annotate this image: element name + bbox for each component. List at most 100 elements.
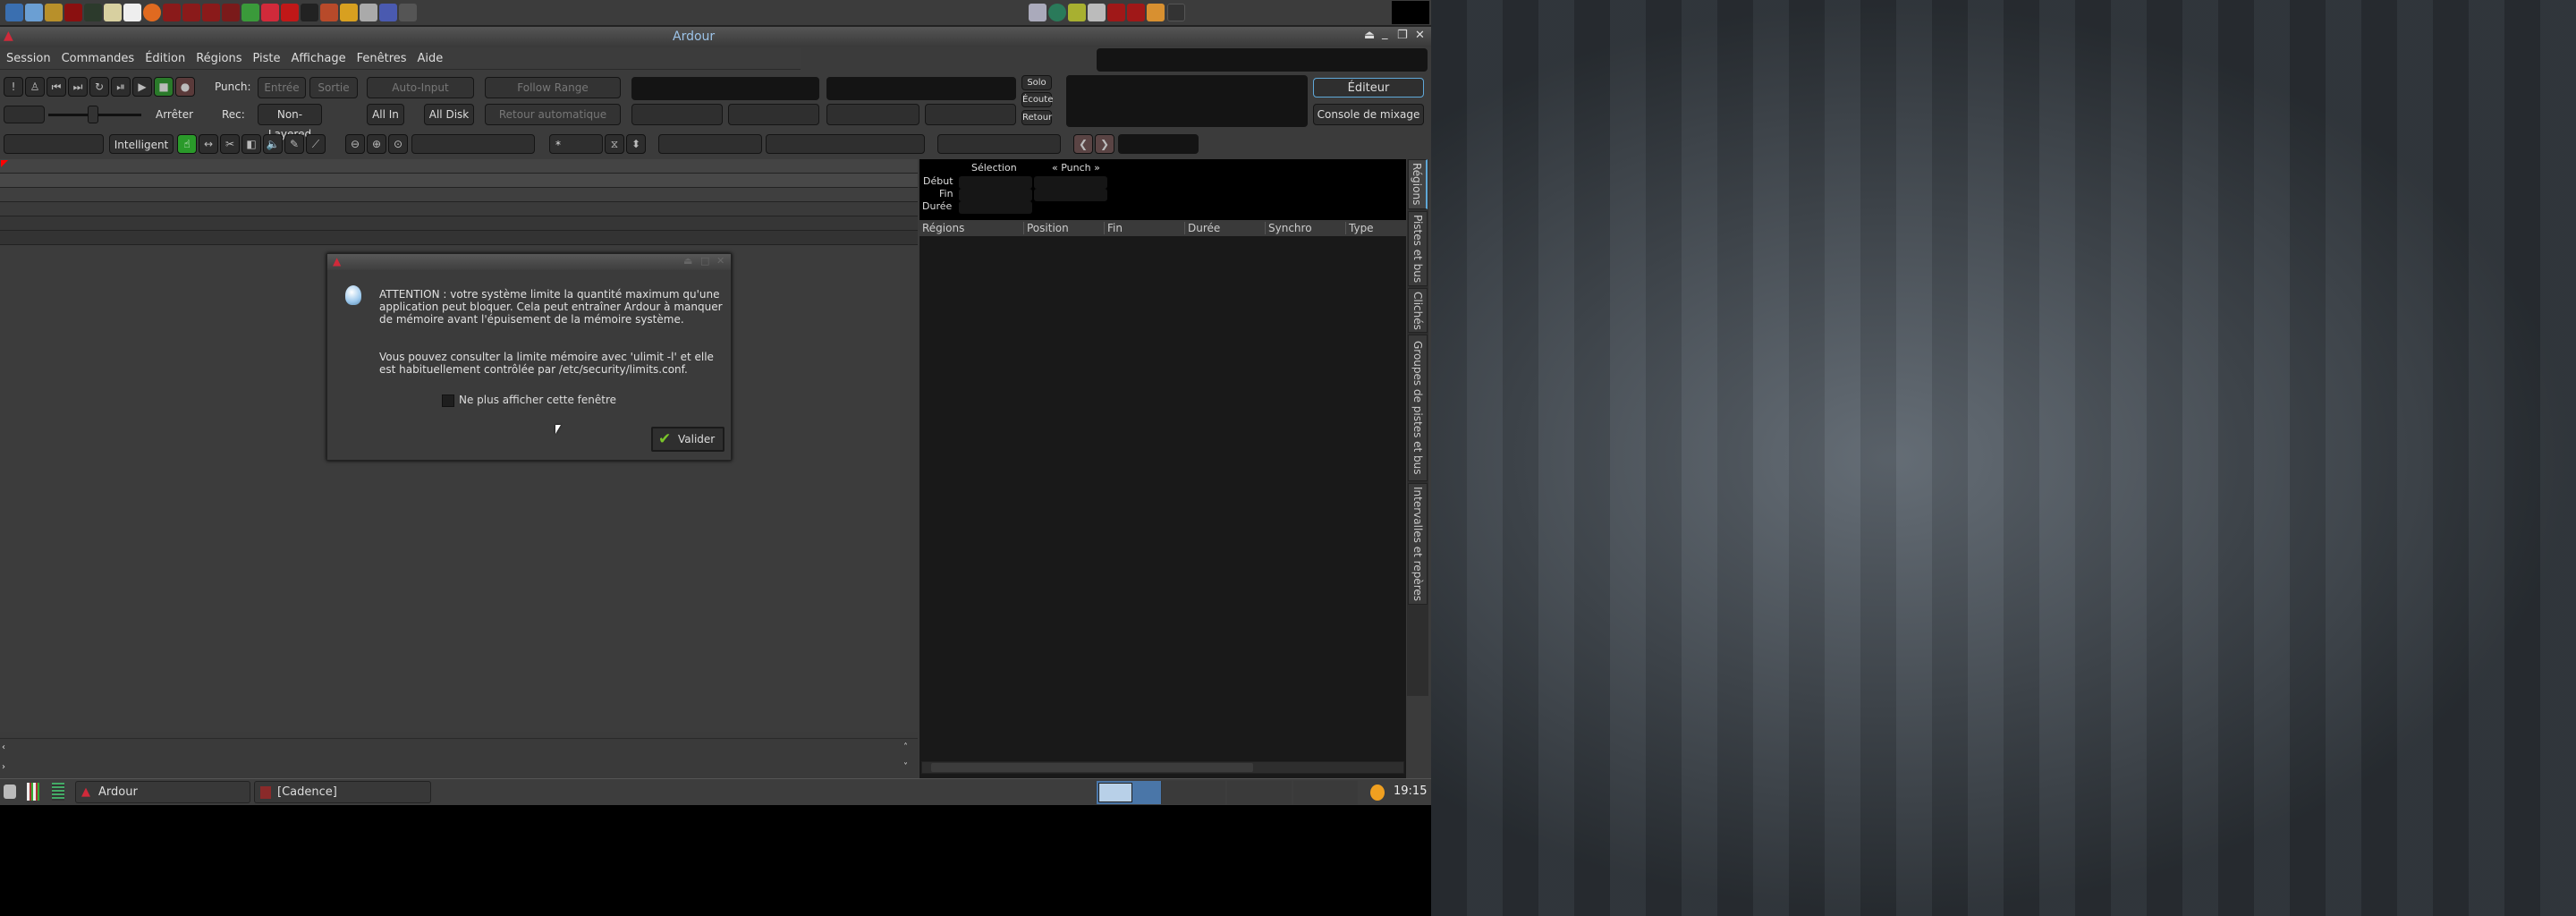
shrink-tracks-icon[interactable]: ⧖ <box>605 134 624 154</box>
app-icon[interactable] <box>301 4 318 21</box>
maximize-icon[interactable]: ❐ <box>1397 29 1408 42</box>
mixer-button[interactable]: Console de mixage <box>1313 104 1424 125</box>
update-notifier-icon[interactable] <box>1370 785 1385 801</box>
auto-return-button[interactable]: Retour automatique <box>485 104 621 125</box>
play-button[interactable]: ▶ <box>132 77 152 97</box>
scroll-up-icon[interactable]: ˄ <box>903 742 908 752</box>
dont-show-label[interactable]: Ne plus afficher cette fenêtre <box>459 394 616 406</box>
menu-aide[interactable]: Aide <box>411 48 448 65</box>
minimize-icon[interactable]: _ <box>1382 27 1388 40</box>
app-icon[interactable] <box>360 4 377 21</box>
tab-tracks-busses[interactable]: Pistes et bus <box>1408 211 1428 286</box>
scroll-left-icon[interactable]: ‹ <box>2 742 5 752</box>
col-sync[interactable]: Synchro <box>1265 222 1312 234</box>
text-editor-icon[interactable] <box>104 4 122 21</box>
smart-mode-button[interactable]: Intelligent <box>109 134 174 154</box>
secondary-clock[interactable] <box>826 77 1016 100</box>
punch-out-button[interactable]: Sortie <box>309 77 358 98</box>
mini-timeline[interactable] <box>1066 75 1308 127</box>
workspace-2[interactable] <box>1161 781 1225 804</box>
menu-fenetres[interactable]: Fenêtres <box>351 48 411 65</box>
tab-snapshots[interactable]: Clichés <box>1408 288 1428 333</box>
app-icon[interactable] <box>182 4 200 21</box>
clock-option[interactable] <box>728 104 819 125</box>
workspace-3[interactable] <box>1227 781 1292 804</box>
ruler-timecode[interactable] <box>0 159 918 174</box>
app-tray-icon[interactable] <box>1127 4 1145 21</box>
goto-end-button[interactable]: ⏭ <box>68 77 88 97</box>
app-icon[interactable] <box>379 4 397 21</box>
solo-button[interactable]: Solo <box>1021 75 1052 90</box>
audition-tool-icon[interactable]: 🔈 <box>263 134 283 154</box>
archive-icon[interactable] <box>45 4 63 21</box>
ardour-icon[interactable] <box>261 4 279 21</box>
punch-in-button[interactable]: Entrée <box>258 77 306 98</box>
app-icon[interactable] <box>281 4 299 21</box>
ruler-meter[interactable] <box>0 202 918 216</box>
follow-range-button[interactable]: Follow Range <box>485 77 621 98</box>
tab-ranges-marks[interactable]: Intervalles et repères <box>1408 483 1428 605</box>
clock-option[interactable] <box>826 104 919 125</box>
menu-edition[interactable]: Édition <box>139 48 190 65</box>
trash-icon[interactable] <box>1068 4 1086 21</box>
taskbar-item-ardour[interactable]: ▲ Ardour <box>75 781 250 803</box>
mixer-icon[interactable] <box>27 783 39 801</box>
shade-icon[interactable]: ⏏ <box>1364 29 1375 42</box>
tab-regions[interactable]: Régions <box>1408 159 1428 209</box>
app-icon[interactable] <box>222 4 240 21</box>
selection-end-clock[interactable] <box>959 189 1032 201</box>
all-disk-button[interactable]: All Disk <box>424 104 474 125</box>
validate-button[interactable]: ✔ Valider <box>651 427 724 452</box>
col-end[interactable]: Fin <box>1104 222 1123 234</box>
editor-button[interactable]: Éditeur <box>1313 78 1424 98</box>
col-regions[interactable]: Régions <box>919 222 964 234</box>
scroll-down-icon[interactable]: ˅ <box>903 762 908 772</box>
loop-button[interactable]: ↻ <box>89 77 109 97</box>
shuttle-speed[interactable] <box>4 106 45 123</box>
selection-start-clock[interactable] <box>959 176 1032 189</box>
menu-piste[interactable]: Piste <box>246 48 284 65</box>
shade-icon[interactable]: ⏏ <box>683 255 692 267</box>
esc-icon[interactable] <box>399 4 417 21</box>
cut-tool-icon[interactable]: ✂ <box>220 134 240 154</box>
stop-mode-label[interactable]: Arrêter <box>156 108 193 121</box>
regions-hscrollbar[interactable] <box>921 761 1404 774</box>
workspace-pager[interactable] <box>1167 4 1185 21</box>
ruler-samples[interactable] <box>0 174 918 188</box>
zoom-session-icon[interactable]: ⊙ <box>388 134 408 154</box>
menu-affichage[interactable]: Affichage <box>285 48 351 65</box>
menu-commandes[interactable]: Commandes <box>55 48 140 65</box>
stop-button[interactable]: ■ <box>154 77 174 97</box>
tab-track-groups[interactable]: Groupes de pistes et bus <box>1408 335 1428 481</box>
screenshot-icon[interactable] <box>1029 4 1046 21</box>
primary-clock[interactable] <box>631 77 819 100</box>
col-length[interactable]: Durée <box>1184 222 1220 234</box>
clock-option[interactable] <box>631 104 723 125</box>
goto-start-button[interactable]: ⏮ <box>47 77 66 97</box>
col-position[interactable]: Position <box>1023 222 1069 234</box>
pdf-icon[interactable] <box>123 4 141 21</box>
stretch-tool-icon[interactable]: ◧ <box>242 134 261 154</box>
clock[interactable]: 19:15 <box>1394 785 1427 798</box>
app-icon[interactable] <box>320 4 338 21</box>
firefox-icon[interactable] <box>143 4 161 21</box>
taskbar-item-cadence[interactable]: [Cadence] <box>254 781 431 803</box>
launcher-icon[interactable] <box>5 4 23 21</box>
scroll-thumb[interactable] <box>931 763 1253 772</box>
shuttle-handle[interactable] <box>88 106 98 123</box>
terminal-icon[interactable] <box>64 4 82 21</box>
nudge-clock[interactable] <box>1118 134 1199 154</box>
edit-point-dropdown[interactable] <box>4 134 104 154</box>
close-icon[interactable]: ✕ <box>716 255 724 267</box>
record-button[interactable]: ● <box>175 77 195 97</box>
globe-icon[interactable] <box>1048 4 1066 21</box>
punch-start-clock[interactable] <box>1034 176 1107 189</box>
expand-tracks-icon[interactable]: ⬍ <box>626 134 646 154</box>
close-icon[interactable]: ✕ <box>1415 29 1425 42</box>
metronome-button[interactable]: ♙ <box>25 77 45 97</box>
app-icon[interactable] <box>202 4 220 21</box>
file-manager-icon[interactable] <box>25 4 43 21</box>
app-icon[interactable] <box>340 4 358 21</box>
auto-input-button[interactable]: Auto-Input <box>367 77 474 98</box>
workspace-4[interactable] <box>1293 781 1358 804</box>
